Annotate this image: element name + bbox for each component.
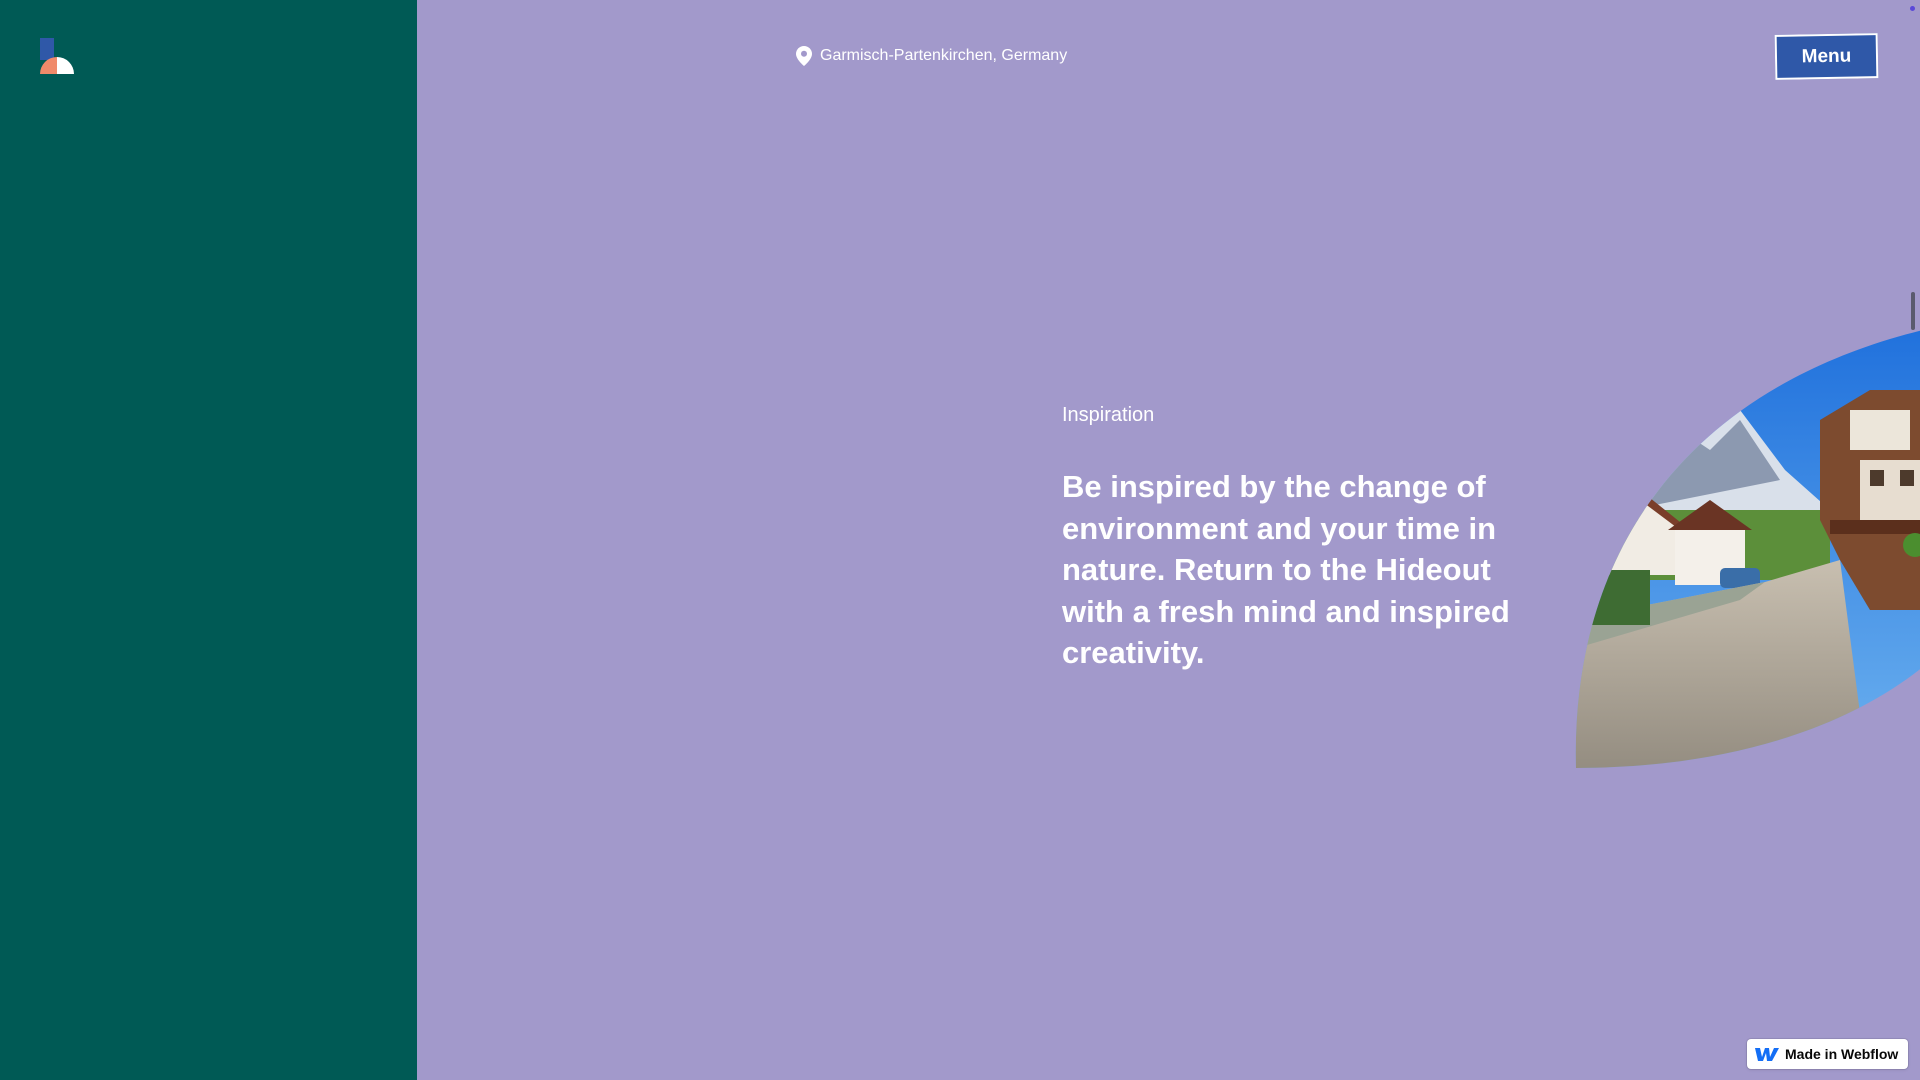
corner-dot	[1910, 6, 1915, 11]
hideout-logo-icon[interactable]	[38, 38, 76, 74]
alpine-village-street-image	[1575, 320, 1920, 768]
scroll-indicator[interactable]	[1911, 292, 1915, 330]
webflow-logo-icon	[1755, 1048, 1779, 1061]
badge-label: Made in Webflow	[1785, 1046, 1899, 1062]
section-eyebrow: Inspiration	[1062, 404, 1155, 426]
made-in-webflow-badge[interactable]: Made in Webflow	[1747, 1039, 1908, 1069]
hero-headline: Be inspired by the change of environment…	[1062, 469, 1510, 670]
menu-button[interactable]: Menu	[1774, 33, 1879, 80]
page: Garmisch-Partenkirchen, Germany Menu Ins…	[0, 0, 1920, 1080]
location-label: Garmisch-Partenkirchen, Germany	[796, 46, 1067, 66]
map-pin-icon	[796, 46, 812, 66]
location-text: Garmisch-Partenkirchen, Germany	[820, 47, 1068, 64]
sidebar-panel	[0, 0, 417, 1080]
